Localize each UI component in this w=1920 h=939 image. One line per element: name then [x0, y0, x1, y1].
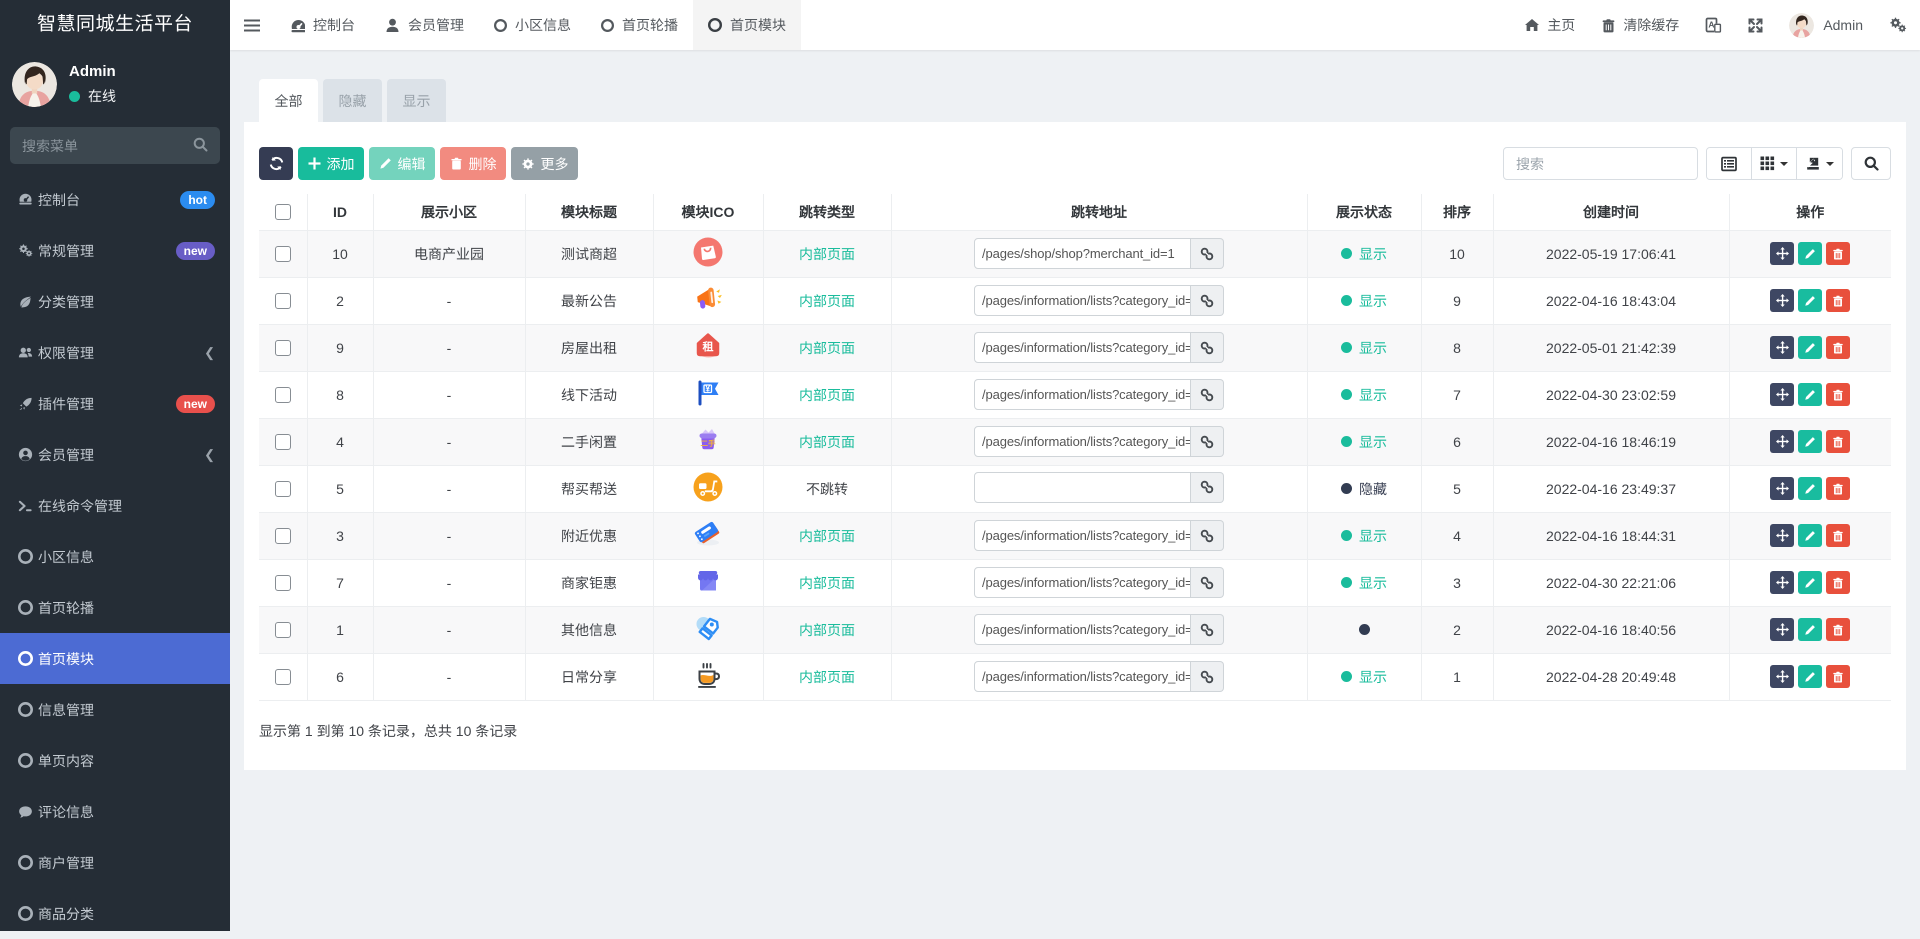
svg-text:租: 租	[703, 339, 714, 355]
svg-text:二手: 二手	[701, 438, 716, 449]
svg-text:¥: ¥	[705, 383, 710, 393]
svg-text:A: A	[1709, 19, 1715, 29]
